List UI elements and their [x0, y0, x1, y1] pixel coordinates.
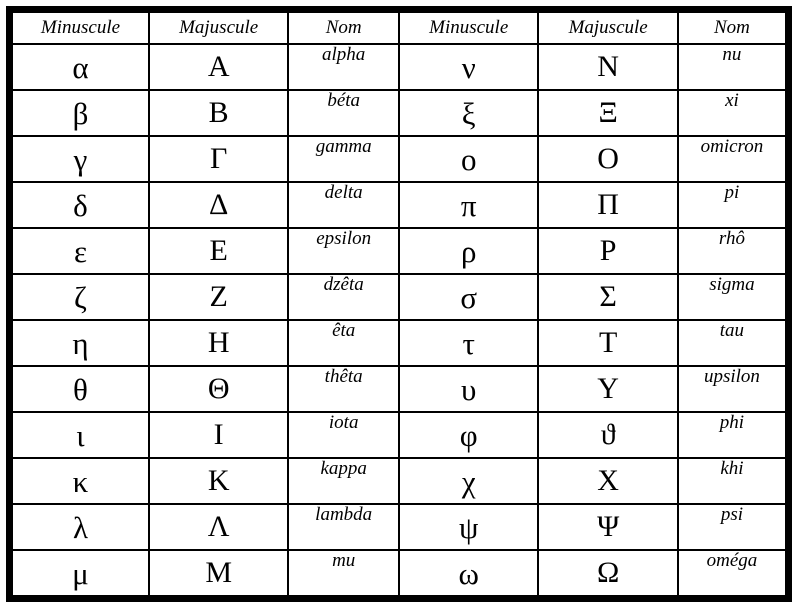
letter-minuscule-left: γ: [8, 135, 150, 183]
letter-name-right: psi: [676, 503, 790, 551]
letter-majuscule-right: Π: [537, 181, 679, 229]
letter-minuscule-right: ο: [397, 135, 540, 183]
letter-majuscule-left: Μ: [147, 549, 290, 600]
letter-minuscule-right: ω: [397, 549, 540, 600]
column-header-minuscule-right: Minuscule: [397, 8, 540, 45]
letter-majuscule-right: Τ: [537, 319, 679, 367]
letter-name-left: delta: [287, 181, 400, 229]
table-row: θ Θthêta υ Υupsilon: [8, 365, 790, 413]
letter-name-right: omicron: [676, 135, 790, 183]
table-row: δ Δdelta π Πpi: [8, 181, 790, 229]
letter-majuscule-left: Δ: [147, 181, 290, 229]
table-row: ζ Ζdzêta σ Σsigma: [8, 273, 790, 321]
table-header: Minuscule Majuscule Nom Minuscule Majusc…: [8, 8, 790, 45]
letter-minuscule-right: ρ: [397, 227, 540, 275]
column-header-nom-left: Nom: [287, 8, 400, 45]
letter-majuscule-left: Α: [147, 43, 290, 91]
letter-majuscule-left: Θ: [147, 365, 290, 413]
letter-majuscule-right: Χ: [537, 457, 679, 505]
greek-alphabet-table-container: Minuscule Majuscule Nom Minuscule Majusc…: [0, 0, 800, 602]
letter-majuscule-right: Υ: [537, 365, 679, 413]
table-row: α Αalpha ν Νnu: [8, 43, 790, 91]
letter-majuscule-left: Ι: [147, 411, 290, 459]
table-row: η Ηêta τ Τtau: [8, 319, 790, 367]
column-header-majuscule-right: Majuscule: [537, 8, 679, 45]
letter-minuscule-left: λ: [8, 503, 150, 551]
letter-minuscule-right: π: [397, 181, 540, 229]
letter-majuscule-right: Ψ: [537, 503, 679, 551]
letter-majuscule-left: Γ: [147, 135, 290, 183]
letter-minuscule-right: ν: [397, 43, 540, 91]
letter-name-right: khi: [676, 457, 790, 505]
letter-minuscule-left: ζ: [8, 273, 150, 321]
letter-majuscule-right: ϑ: [537, 411, 679, 459]
table-row: ε Εepsilon ρ Ρrhô: [8, 227, 790, 275]
letter-minuscule-left: ε: [8, 227, 150, 275]
letter-majuscule-right: Ω: [537, 549, 679, 600]
column-header-nom-right: Nom: [676, 8, 790, 45]
letter-majuscule-right: Ν: [537, 43, 679, 91]
header-row: Minuscule Majuscule Nom Minuscule Majusc…: [8, 8, 790, 45]
table-row: λ Λlambda ψ Ψpsi: [8, 503, 790, 551]
letter-name-right: tau: [676, 319, 790, 367]
letter-majuscule-left: Λ: [147, 503, 290, 551]
letter-minuscule-left: η: [8, 319, 150, 367]
letter-minuscule-left: δ: [8, 181, 150, 229]
letter-name-left: êta: [287, 319, 400, 367]
letter-name-right: xi: [676, 89, 790, 137]
table-row: μ Μmu ω Ωoméga: [8, 549, 790, 600]
letter-name-right: pi: [676, 181, 790, 229]
column-header-majuscule-left: Majuscule: [147, 8, 290, 45]
letter-minuscule-left: β: [8, 89, 150, 137]
letter-minuscule-left: α: [8, 43, 150, 91]
letter-name-left: alpha: [287, 43, 400, 91]
letter-minuscule-right: υ: [397, 365, 540, 413]
letter-name-right: sigma: [676, 273, 790, 321]
letter-name-left: lambda: [287, 503, 400, 551]
table-row: κ Κkappa χ Χkhi: [8, 457, 790, 505]
letter-minuscule-left: μ: [8, 549, 150, 600]
letter-minuscule-right: χ: [397, 457, 540, 505]
letter-name-left: iota: [287, 411, 400, 459]
letter-minuscule-right: ψ: [397, 503, 540, 551]
letter-name-right: upsilon: [676, 365, 790, 413]
letter-minuscule-right: φ: [397, 411, 540, 459]
letter-minuscule-right: ξ: [397, 89, 540, 137]
letter-majuscule-left: Η: [147, 319, 290, 367]
letter-majuscule-left: Κ: [147, 457, 290, 505]
letter-name-left: kappa: [287, 457, 400, 505]
letter-minuscule-left: κ: [8, 457, 150, 505]
letter-majuscule-right: Ρ: [537, 227, 679, 275]
letter-minuscule-left: θ: [8, 365, 150, 413]
letter-majuscule-left: Ζ: [147, 273, 290, 321]
letter-name-right: phi: [676, 411, 790, 459]
table-body: α Αalpha ν Νnu β Βbéta ξ Ξxi γ Γgamma ο Οomicron δ Δd…: [8, 43, 790, 600]
column-header-minuscule-left: Minuscule: [8, 8, 150, 45]
table-row: γ Γgamma ο Οomicron: [8, 135, 790, 183]
letter-name-left: béta: [287, 89, 400, 137]
letter-name-right: nu: [676, 43, 790, 91]
letter-name-left: dzêta: [287, 273, 400, 321]
letter-name-left: epsilon: [287, 227, 400, 275]
table-row: β Βbéta ξ Ξxi: [8, 89, 790, 137]
letter-name-left: gamma: [287, 135, 400, 183]
letter-majuscule-left: Β: [147, 89, 290, 137]
letter-majuscule-left: Ε: [147, 227, 290, 275]
letter-minuscule-left: ι: [8, 411, 150, 459]
greek-alphabet-table: Minuscule Majuscule Nom Minuscule Majusc…: [6, 6, 792, 602]
letter-majuscule-right: Ο: [537, 135, 679, 183]
letter-name-left: thêta: [287, 365, 400, 413]
letter-minuscule-right: σ: [397, 273, 540, 321]
letter-minuscule-right: τ: [397, 319, 540, 367]
letter-majuscule-right: Ξ: [537, 89, 679, 137]
letter-name-right: rhô: [676, 227, 790, 275]
letter-majuscule-right: Σ: [537, 273, 679, 321]
table-row: ι Ιiota φ ϑ phi: [8, 411, 790, 459]
letter-name-right: oméga: [676, 549, 790, 600]
letter-name-left: mu: [287, 549, 400, 600]
